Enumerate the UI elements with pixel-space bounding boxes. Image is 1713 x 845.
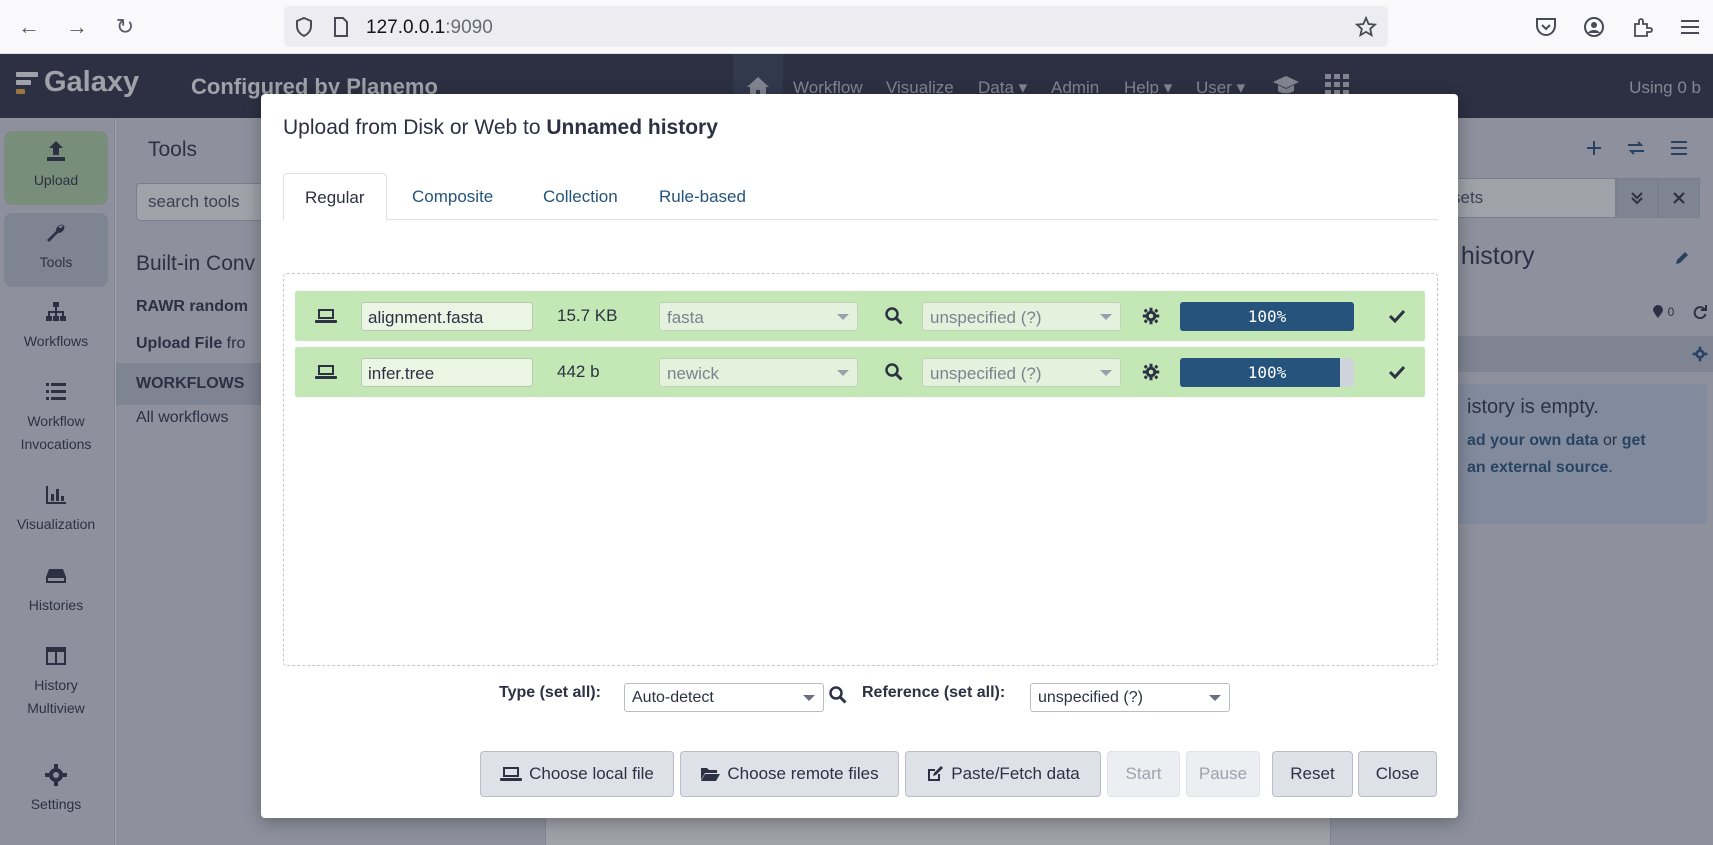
upload-tabs: Regular Composite Collection Rule-based — [283, 173, 1438, 221]
account-icon[interactable] — [1581, 14, 1607, 40]
paste-fetch-data-button[interactable]: Paste/Fetch data — [905, 751, 1101, 797]
upload-dialog-title: Upload from Disk or Web to Unnamed histo… — [283, 116, 718, 139]
folder-open-icon — [701, 768, 721, 781]
genome-select[interactable]: unspecified (?) — [922, 302, 1121, 331]
choose-local-file-button[interactable]: Choose local file — [480, 751, 674, 797]
url-text: 127.0.0.1:9090 — [366, 17, 493, 38]
choose-remote-files-button[interactable]: Choose remote files — [680, 751, 899, 797]
extensions-icon[interactable] — [1629, 14, 1655, 40]
file-type-select[interactable]: fasta — [659, 302, 858, 331]
reload-icon[interactable]: ↻ — [110, 12, 140, 42]
forward-icon[interactable]: → — [62, 12, 92, 42]
back-icon[interactable]: ← — [14, 12, 44, 42]
reference-set-all-label: Reference (set all): — [862, 684, 1006, 701]
laptop-icon — [315, 291, 337, 341]
pause-button[interactable]: Pause — [1186, 751, 1260, 797]
start-button[interactable]: Start — [1107, 751, 1180, 797]
upload-row: alignment.fasta 15.7 KB fasta unspecifie… — [295, 291, 1425, 341]
menu-icon[interactable] — [1677, 14, 1703, 40]
type-set-all-select[interactable]: Auto-detect — [624, 683, 824, 712]
file-name-field[interactable]: alignment.fasta — [361, 302, 533, 331]
upload-dropzone[interactable]: alignment.fasta 15.7 KB fasta unspecifie… — [283, 273, 1438, 666]
tab-composite[interactable]: Composite — [412, 173, 493, 220]
edit-icon — [928, 766, 944, 781]
upload-progress-bar: 100% — [1180, 302, 1354, 331]
check-icon — [1388, 291, 1406, 341]
search-icon[interactable] — [885, 291, 903, 341]
laptop-icon — [315, 347, 337, 397]
file-size: 15.7 KB — [557, 306, 618, 325]
browser-toolbar: ← → ↻ 127.0.0.1:9090 — [0, 0, 1713, 54]
tab-rule-based[interactable]: Rule-based — [659, 173, 746, 220]
check-icon — [1388, 347, 1406, 397]
type-set-all-label: Type (set all): — [499, 684, 601, 701]
settings-gear-icon[interactable] — [1142, 291, 1160, 341]
file-type-select[interactable]: newick — [659, 358, 858, 387]
file-name-field[interactable]: infer.tree — [361, 358, 533, 387]
url-bar[interactable]: 127.0.0.1:9090 — [284, 6, 1388, 47]
tab-collection[interactable]: Collection — [543, 173, 618, 220]
bookmark-star-icon[interactable] — [1354, 15, 1378, 39]
tab-regular[interactable]: Regular — [283, 173, 387, 221]
file-size: 442 b — [557, 362, 600, 381]
close-button[interactable]: Close — [1358, 751, 1437, 797]
upload-progress-bar: 100% — [1180, 358, 1354, 387]
pocket-icon[interactable] — [1533, 14, 1559, 40]
reference-set-all-select[interactable]: unspecified (?) — [1030, 683, 1230, 712]
shield-icon[interactable] — [292, 15, 316, 39]
search-icon[interactable] — [885, 347, 903, 397]
genome-select[interactable]: unspecified (?) — [922, 358, 1121, 387]
reset-button[interactable]: Reset — [1272, 751, 1353, 797]
type-search-icon[interactable] — [829, 686, 847, 709]
page-icon — [329, 15, 353, 39]
upload-dialog: Upload from Disk or Web to Unnamed histo… — [261, 94, 1458, 818]
upload-row: infer.tree 442 b newick unspecified (?) … — [295, 347, 1425, 397]
settings-gear-icon[interactable] — [1142, 347, 1160, 397]
laptop-icon — [500, 767, 523, 781]
